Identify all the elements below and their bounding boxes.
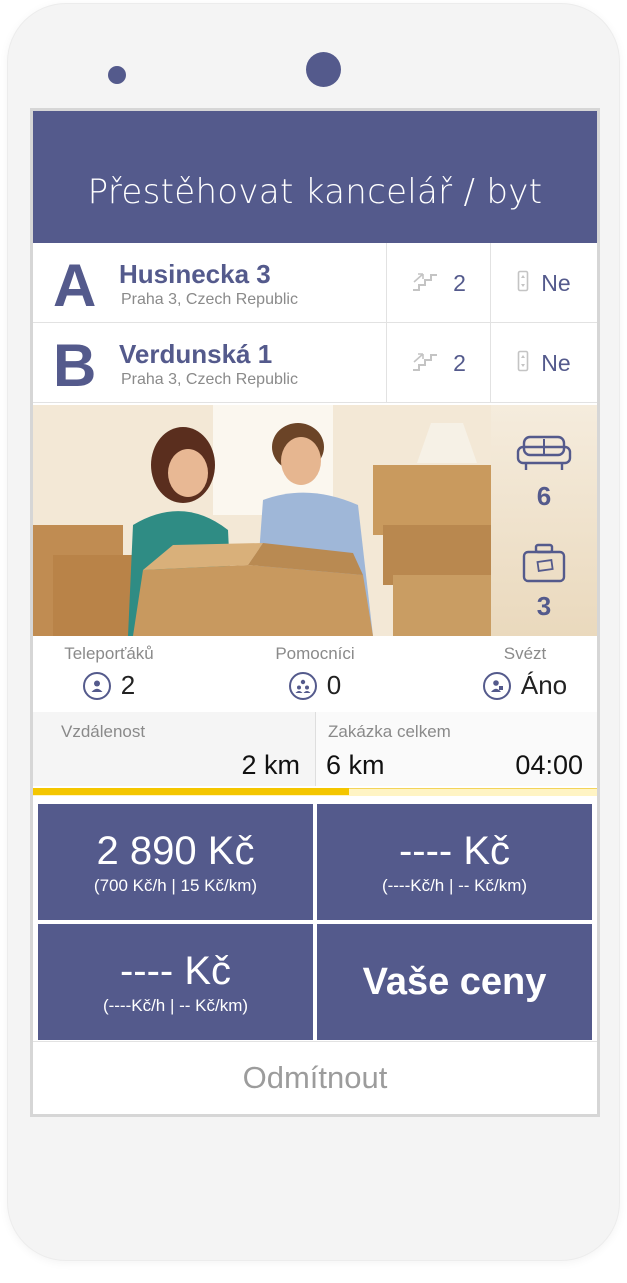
movers-value: 2 — [120, 670, 136, 700]
app-screen: Přestěhovat kancelář / byt A Husinecka 3… — [30, 108, 600, 1117]
floor-cell[interactable]: 2 — [386, 243, 490, 323]
movers-stat[interactable]: Teleporťáků 2 — [49, 644, 169, 701]
helpers-stat[interactable]: Pomocníci 0 — [255, 644, 375, 701]
price-amount: 2 890 Kč — [96, 828, 255, 873]
price-amount: ---- Kč — [398, 828, 511, 873]
progress-fill — [33, 788, 349, 795]
reject-label: Odmítnout — [242, 1060, 388, 1095]
address-letter: A — [53, 252, 97, 319]
furniture-count: 6 — [536, 481, 552, 511]
ride-stat[interactable]: Svézt Áno — [465, 644, 585, 701]
elevator-icon — [517, 350, 529, 376]
address-city: Praha 3, Czech Republic — [121, 291, 298, 308]
floor-value: 2 — [453, 269, 466, 296]
person-icon — [82, 671, 111, 700]
reject-button[interactable]: Odmítnout — [33, 1041, 597, 1114]
order-total-time: 04:00 — [515, 750, 583, 780]
elevator-icon — [517, 270, 529, 296]
your-prices-button[interactable]: Vaše ceny — [317, 924, 592, 1040]
sofa-icon — [516, 433, 572, 477]
distance-value: 2 km — [241, 750, 300, 780]
distance-panel: Vzdálenost 2 km Zakázka celkem 6 km 04:0… — [33, 712, 597, 788]
luggage-icon — [522, 543, 566, 587]
address-city: Praha 3, Czech Republic — [121, 371, 298, 388]
elevator-cell[interactable]: Ne — [490, 323, 597, 403]
elevator-cell[interactable]: Ne — [490, 243, 597, 323]
moving-couple-photo — [33, 405, 491, 636]
address-row-b[interactable]: B Verdunská 1 Praha 3, Czech Republic 2 … — [33, 323, 597, 403]
front-sensor — [108, 66, 126, 84]
front-camera — [306, 52, 341, 87]
price-card-1[interactable]: 2 890 Kč (700 Kč/h | 15 Kč/km) — [38, 804, 313, 920]
order-total-label: Zakázka celkem — [328, 722, 451, 741]
elevator-value: Ne — [541, 349, 571, 376]
page-title: Přestěhovat kancelář / byt — [87, 172, 543, 212]
address-street: Husinecka 3 — [119, 259, 271, 289]
stairs-icon — [411, 270, 439, 296]
moving-photo-section: 6 3 — [33, 405, 597, 636]
elevator-value: Ne — [541, 269, 571, 296]
price-card-3[interactable]: ---- Kč (----Kč/h | -- Kč/km) — [38, 924, 313, 1040]
distance-label: Vzdálenost — [61, 722, 146, 741]
address-row-a[interactable]: A Husinecka 3 Praha 3, Czech Republic 2 … — [33, 243, 597, 323]
address-letter: B — [53, 332, 97, 399]
price-card-2[interactable]: ---- Kč (----Kč/h | -- Kč/km) — [317, 804, 592, 920]
helpers-value: 0 — [326, 670, 342, 700]
floor-value: 2 — [453, 349, 466, 376]
group-icon — [288, 671, 317, 700]
price-rate: (----Kč/h | -- Kč/km) — [102, 995, 249, 1015]
price-grid: 2 890 Kč (700 Kč/h | 15 Kč/km) ---- Kč (… — [33, 798, 597, 1040]
distance-cell: Vzdálenost 2 km — [33, 712, 314, 788]
header-bar: Přestěhovat kancelář / byt — [33, 111, 597, 243]
price-rate: (----Kč/h | -- Kč/km) — [381, 875, 528, 895]
luggage-count: 3 — [536, 591, 552, 621]
progress-bar — [33, 786, 597, 798]
price-amount: ---- Kč — [119, 948, 232, 993]
address-street: Verdunská 1 — [119, 339, 273, 369]
your-prices-label: Vaše ceny — [362, 960, 547, 1003]
movers-label: Teleporťáků — [64, 644, 154, 663]
ride-value: Áno — [520, 670, 568, 700]
ride-label: Svézt — [503, 644, 547, 663]
order-total-cell: Zakázka celkem 6 km 04:00 — [315, 712, 597, 788]
price-rate: (700 Kč/h | 15 Kč/km) — [93, 875, 258, 895]
stairs-icon — [411, 350, 439, 376]
helpers-label: Pomocníci — [275, 644, 355, 663]
item-counts-panel: 6 3 — [491, 405, 597, 636]
crew-stats: Teleporťáků 2 Pomocníci 0 Svézt Áno — [33, 636, 597, 712]
passenger-icon — [482, 671, 511, 700]
order-total-distance: 6 km — [326, 750, 385, 780]
floor-cell[interactable]: 2 — [386, 323, 490, 403]
